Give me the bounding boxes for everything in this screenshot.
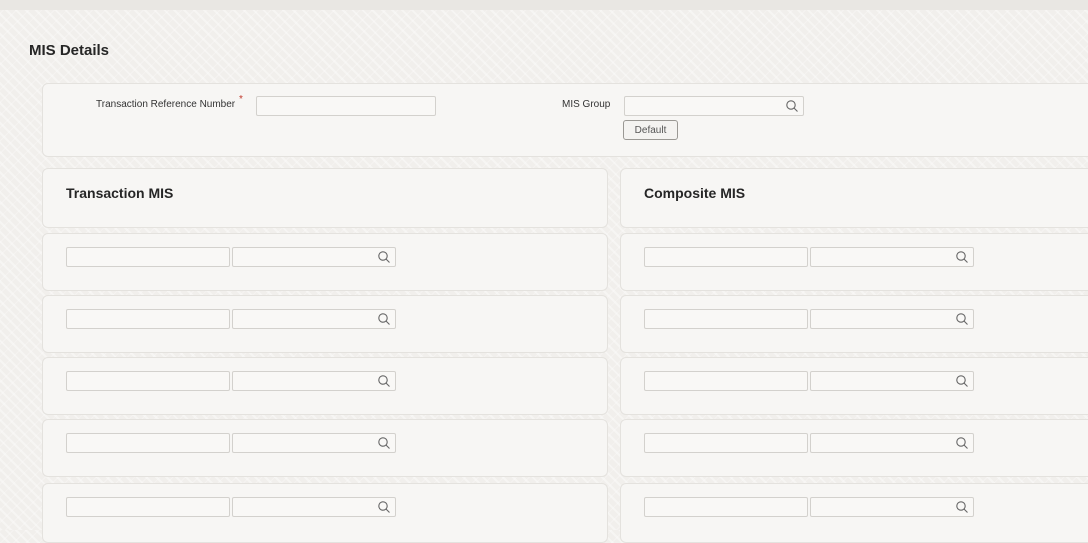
- composite-mis-row: [620, 233, 1088, 291]
- transaction-mis-row: [42, 357, 608, 415]
- composite-mis-row: [620, 419, 1088, 477]
- transaction-mis-header: Transaction MIS: [42, 168, 608, 228]
- composite-mis-code-field[interactable]: [644, 433, 808, 453]
- composite-mis-value-lookup[interactable]: [810, 309, 974, 329]
- transaction-mis-value-lookup[interactable]: [232, 371, 396, 391]
- search-icon[interactable]: [955, 500, 969, 514]
- search-icon[interactable]: [785, 99, 799, 113]
- transaction-mis-row: [42, 233, 608, 291]
- composite-mis-code-field[interactable]: [644, 497, 808, 517]
- composite-mis-value-lookup[interactable]: [810, 433, 974, 453]
- composite-mis-row: [620, 483, 1088, 543]
- composite-mis-code-field[interactable]: [644, 371, 808, 391]
- mis-group-label: MIS Group: [562, 99, 611, 110]
- search-icon[interactable]: [955, 374, 969, 388]
- composite-mis-row: [620, 295, 1088, 353]
- composite-mis-row: [620, 357, 1088, 415]
- composite-mis-title: Composite MIS: [644, 185, 746, 201]
- composite-mis-value-lookup[interactable]: [810, 247, 974, 267]
- search-icon[interactable]: [955, 250, 969, 264]
- composite-mis-code-field[interactable]: [644, 309, 808, 329]
- transaction-mis-value-lookup[interactable]: [232, 433, 396, 453]
- transaction-mis-code-field[interactable]: [66, 371, 230, 391]
- search-icon[interactable]: [377, 374, 391, 388]
- top-bar: [0, 0, 1088, 10]
- search-icon[interactable]: [377, 312, 391, 326]
- search-icon[interactable]: [955, 436, 969, 450]
- transaction-mis-row: [42, 483, 608, 543]
- transaction-mis-code-field[interactable]: [66, 433, 230, 453]
- transaction-mis-row: [42, 295, 608, 353]
- page-title: MIS Details: [29, 42, 110, 59]
- transaction-mis-code-field[interactable]: [66, 309, 230, 329]
- header-panel: Transaction Reference Number * MIS Group…: [42, 83, 1088, 157]
- composite-mis-code-field[interactable]: [644, 247, 808, 267]
- transaction-mis-value-lookup[interactable]: [232, 309, 396, 329]
- transaction-mis-value-lookup[interactable]: [232, 497, 396, 517]
- transaction-mis-code-field[interactable]: [66, 247, 230, 267]
- composite-mis-value-lookup[interactable]: [810, 371, 974, 391]
- default-button[interactable]: Default: [623, 120, 678, 140]
- composite-mis-header: Composite MIS: [620, 168, 1088, 228]
- composite-mis-value-lookup[interactable]: [810, 497, 974, 517]
- mis-group-lookup[interactable]: [624, 96, 804, 116]
- required-marker: *: [239, 94, 243, 105]
- search-icon[interactable]: [955, 312, 969, 326]
- transaction-mis-title: Transaction MIS: [66, 185, 174, 201]
- txn-ref-label: Transaction Reference Number: [96, 99, 236, 110]
- search-icon[interactable]: [377, 250, 391, 264]
- transaction-mis-row: [42, 419, 608, 477]
- search-icon[interactable]: [377, 500, 391, 514]
- txn-ref-input[interactable]: [256, 96, 436, 116]
- search-icon[interactable]: [377, 436, 391, 450]
- transaction-mis-code-field[interactable]: [66, 497, 230, 517]
- transaction-mis-value-lookup[interactable]: [232, 247, 396, 267]
